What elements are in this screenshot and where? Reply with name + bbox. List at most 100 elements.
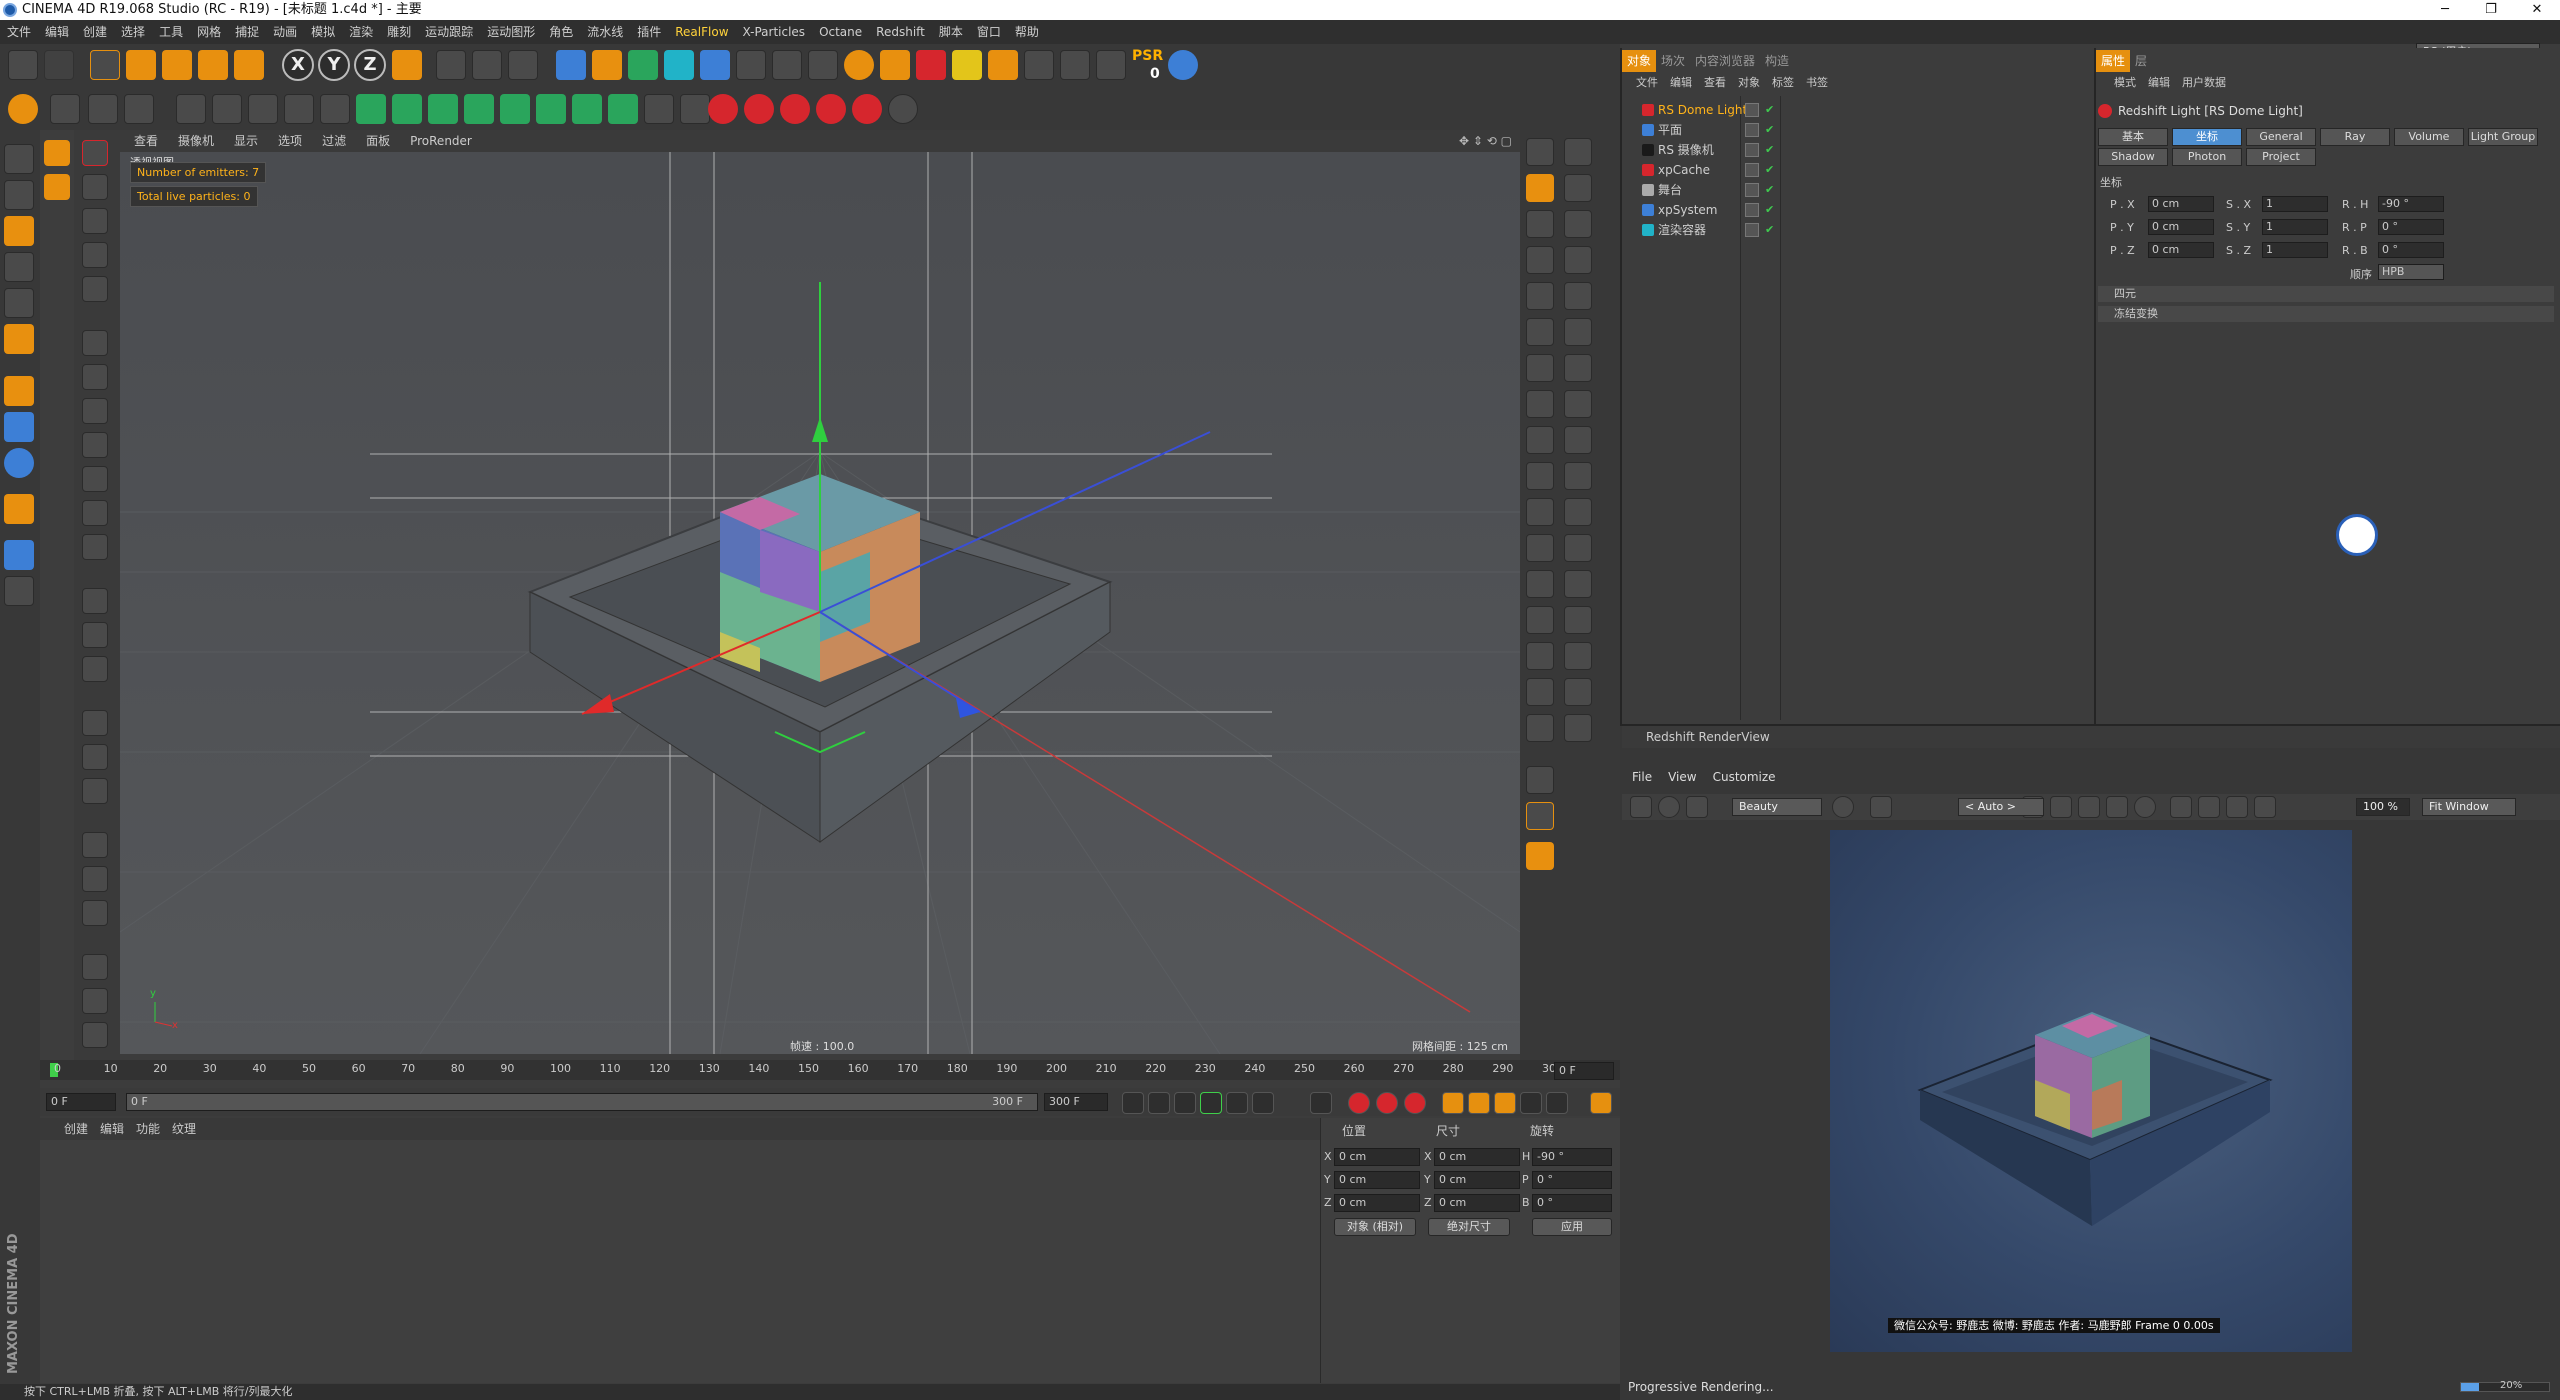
keyframe-selection-icon[interactable] bbox=[1404, 1092, 1426, 1114]
rs-camera-icon[interactable] bbox=[816, 94, 846, 124]
pinch-icon[interactable] bbox=[1564, 318, 1592, 346]
inflate-icon[interactable] bbox=[1526, 282, 1554, 310]
object-row[interactable]: xpCache bbox=[1630, 160, 2090, 180]
attribute-subtab[interactable]: Light Group bbox=[2468, 128, 2538, 146]
attribute-subtab[interactable]: 坐标 bbox=[2172, 128, 2242, 146]
pen-icon[interactable] bbox=[592, 50, 622, 80]
subdivide-sculpt-icon[interactable] bbox=[1526, 570, 1554, 598]
prev-frame-icon[interactable] bbox=[1174, 1092, 1196, 1114]
paint-icon[interactable] bbox=[1526, 174, 1554, 202]
live-select-icon[interactable] bbox=[90, 50, 120, 80]
menu-item[interactable]: 渲染 bbox=[342, 20, 380, 44]
attribute-menu-item[interactable]: 模式 bbox=[2108, 74, 2142, 92]
goto-end-icon[interactable] bbox=[1310, 1092, 1332, 1114]
poly-select-icon[interactable] bbox=[82, 276, 108, 302]
film-icon[interactable] bbox=[1630, 796, 1652, 818]
max-frame-field[interactable]: 300 F bbox=[1044, 1093, 1108, 1111]
material-menu-item[interactable]: 创建 bbox=[64, 1118, 88, 1140]
close-button[interactable]: ✕ bbox=[2514, 0, 2560, 20]
start-frame-field[interactable]: 0 F bbox=[46, 1093, 116, 1111]
object-row[interactable]: 平面 bbox=[1630, 120, 2090, 140]
end-frame-field[interactable]: 0 F bbox=[1554, 1062, 1614, 1080]
dissolve-icon[interactable] bbox=[82, 778, 108, 804]
auto-select[interactable]: < Auto > bbox=[1958, 798, 2044, 816]
crop-icon[interactable] bbox=[1870, 796, 1892, 818]
checker-mode-icon[interactable] bbox=[4, 180, 34, 210]
coord-position-field[interactable]: 0 cm bbox=[1334, 1171, 1420, 1189]
menu-item[interactable]: 雕刻 bbox=[380, 20, 418, 44]
next-frame-icon[interactable] bbox=[1226, 1092, 1248, 1114]
render-play-icon[interactable] bbox=[1658, 796, 1680, 818]
script-gear-icon[interactable] bbox=[1526, 842, 1554, 870]
make-editable-icon[interactable] bbox=[8, 94, 38, 124]
object-row[interactable]: xpSystem bbox=[1630, 200, 2090, 220]
attribute-subtab[interactable]: 基本 bbox=[2098, 128, 2168, 146]
triangulate-icon[interactable] bbox=[82, 954, 108, 980]
object-enabled-check-icon[interactable]: ✔ bbox=[1765, 223, 1774, 236]
auto-key-icon[interactable] bbox=[1376, 1092, 1398, 1114]
snapshot-icon[interactable] bbox=[2198, 796, 2220, 818]
perspective-viewport[interactable]: 透视视图 Number of emitters: 7 Total live pa… bbox=[120, 152, 1520, 1054]
menu-item[interactable]: 脚本 bbox=[932, 20, 970, 44]
maximize-button[interactable]: ❐ bbox=[2468, 0, 2514, 20]
xp-sprite-icon[interactable] bbox=[644, 94, 674, 124]
xp-generator-icon[interactable] bbox=[392, 94, 422, 124]
goto-start-icon[interactable] bbox=[1122, 1092, 1144, 1114]
fill-icon[interactable] bbox=[1564, 390, 1592, 418]
cloner-icon[interactable] bbox=[664, 50, 694, 80]
object-tab[interactable]: 对象 bbox=[1622, 50, 1657, 72]
viewport-menu-item[interactable]: ProRender bbox=[410, 130, 472, 152]
object-layer-flag-icon[interactable] bbox=[1745, 183, 1759, 197]
amplify-icon[interactable] bbox=[1564, 354, 1592, 382]
melt-icon[interactable] bbox=[82, 744, 108, 770]
increase-icon[interactable] bbox=[1526, 606, 1554, 634]
knife-sculpt-icon[interactable] bbox=[1526, 318, 1554, 346]
points-mode-icon[interactable] bbox=[4, 252, 34, 282]
redo-icon[interactable] bbox=[44, 50, 74, 80]
axis-mode-icon[interactable] bbox=[320, 94, 350, 124]
viewport-menu-item[interactable]: 选项 bbox=[278, 130, 302, 152]
material-menu-item[interactable]: 功能 bbox=[136, 1118, 160, 1140]
object-menu-item[interactable]: 查看 bbox=[1698, 74, 1732, 92]
attribute-subtab[interactable]: Ray bbox=[2320, 128, 2390, 146]
xp-modifier-icon[interactable] bbox=[428, 94, 458, 124]
attribute-field[interactable]: 1 bbox=[2262, 196, 2328, 212]
sculpt-icon[interactable] bbox=[1060, 50, 1090, 80]
weld-icon[interactable] bbox=[82, 500, 108, 526]
attribute-menu-item[interactable]: 用户数据 bbox=[2176, 74, 2232, 92]
attribute-field[interactable]: -90 ° bbox=[2378, 196, 2444, 212]
object-menu-item[interactable]: 对象 bbox=[1732, 74, 1766, 92]
menu-item[interactable]: RealFlow bbox=[668, 20, 735, 44]
project-icon[interactable] bbox=[1526, 678, 1554, 706]
coord-size-field[interactable]: 0 cm bbox=[1434, 1171, 1520, 1189]
add-icon[interactable] bbox=[44, 140, 70, 166]
coord-rotation-field[interactable]: 0 ° bbox=[1532, 1194, 1612, 1212]
x-axis-lock-icon[interactable]: X bbox=[282, 49, 314, 81]
viewport-menu-item[interactable]: 面板 bbox=[366, 130, 390, 152]
group-freeze-transform[interactable]: 冻结变换 bbox=[2098, 306, 2554, 322]
object-enabled-check-icon[interactable]: ✔ bbox=[1765, 203, 1774, 216]
menu-item[interactable]: 运动跟踪 bbox=[418, 20, 480, 44]
attribute-field[interactable]: 1 bbox=[2262, 219, 2328, 235]
render-image[interactable] bbox=[1830, 830, 2352, 1352]
smooth-icon[interactable] bbox=[82, 534, 108, 560]
mirror-icon[interactable] bbox=[82, 832, 108, 858]
quick-render-icon[interactable] bbox=[1168, 50, 1198, 80]
viewport-menu-item[interactable]: 显示 bbox=[234, 130, 258, 152]
frame-range-slider[interactable]: 0 F 300 F bbox=[126, 1093, 1038, 1111]
bake-texture-icon[interactable] bbox=[1564, 714, 1592, 742]
attribute-field[interactable]: 0 ° bbox=[2378, 219, 2444, 235]
unwrap-icon[interactable] bbox=[1564, 678, 1592, 706]
xp-question-icon[interactable] bbox=[608, 94, 638, 124]
viewport-menu-item[interactable]: 查看 bbox=[134, 130, 158, 152]
object-layer-flag-icon[interactable] bbox=[1745, 103, 1759, 117]
edge-mode-icon[interactable] bbox=[212, 94, 242, 124]
cube-icon[interactable] bbox=[556, 50, 586, 80]
material-menu-item[interactable]: 纹理 bbox=[172, 1118, 196, 1140]
object-layer-flag-icon[interactable] bbox=[1745, 123, 1759, 137]
clipboard-icon[interactable] bbox=[1096, 50, 1126, 80]
edges-mode-icon[interactable] bbox=[4, 288, 34, 318]
minimize-button[interactable]: ─ bbox=[2422, 0, 2468, 20]
retopo-icon[interactable] bbox=[1526, 714, 1554, 742]
attribute-field[interactable]: 0 cm bbox=[2148, 219, 2214, 235]
